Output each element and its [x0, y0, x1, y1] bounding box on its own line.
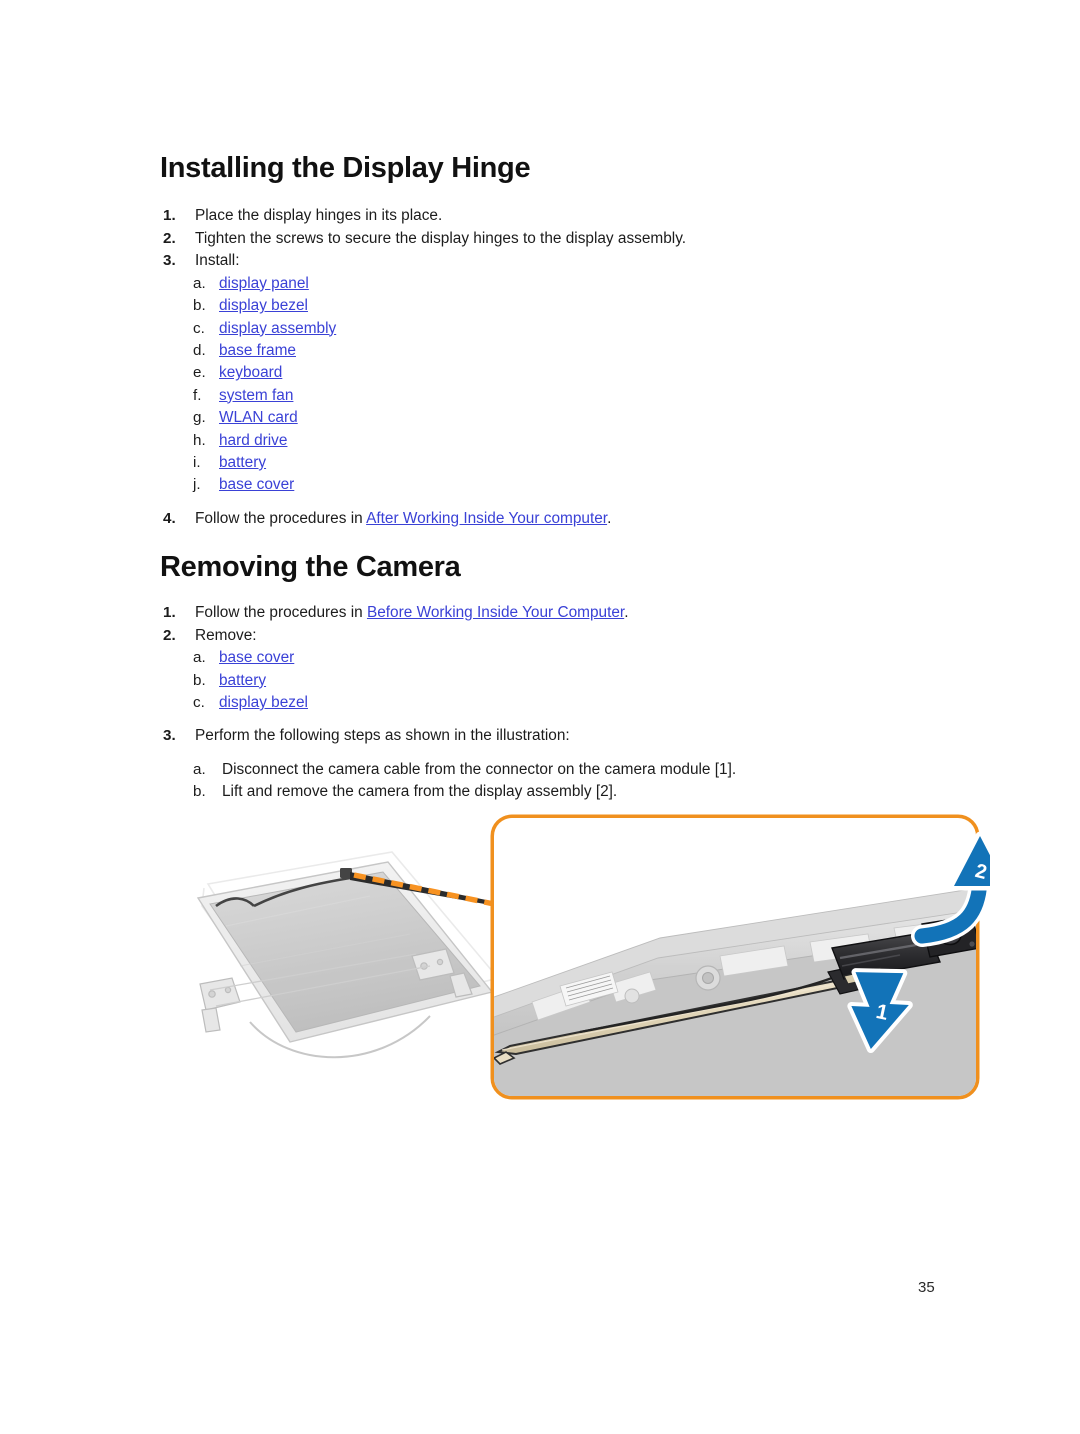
sub-item-letter: a.: [193, 649, 206, 667]
sub-item-letter: f.: [193, 386, 202, 404]
list-item: 2. Tighten the screws to secure the disp…: [0, 228, 1080, 251]
list-item: b. battery: [0, 670, 1080, 692]
link-wlan-card[interactable]: WLAN card: [219, 407, 298, 429]
step-text: Follow the procedures in Before Working …: [195, 602, 628, 625]
sub-item-letter: b.: [193, 297, 206, 315]
link-keyboard[interactable]: keyboard: [219, 362, 282, 384]
list-item: 3. Perform the following steps as shown …: [0, 725, 1080, 748]
page-title-removing-the-camera: Removing the Camera: [160, 551, 461, 583]
list-item: h. hard drive: [0, 430, 1080, 452]
list-item: e. keyboard: [0, 362, 1080, 384]
link-battery[interactable]: battery: [219, 670, 266, 692]
list-item: j. base cover: [0, 474, 1080, 496]
step-number: 2.: [163, 229, 176, 247]
sub-item-letter: a.: [193, 274, 206, 292]
step-text: Perform the following steps as shown in …: [195, 727, 570, 745]
step-text-suffix: .: [607, 509, 612, 527]
step-number: 3.: [163, 252, 176, 270]
page-number: 35: [918, 1279, 935, 1296]
list-item: 4. Follow the procedures in After Workin…: [0, 508, 1080, 531]
screw-boss: [624, 988, 640, 1004]
sub-item-letter: c.: [193, 693, 205, 711]
list-item: d. base frame: [0, 340, 1080, 362]
list-item: b. Lift and remove the camera from the d…: [0, 781, 1080, 803]
display-assembly-graphic: [196, 851, 500, 1059]
link-base-cover[interactable]: base cover: [219, 647, 294, 669]
list-item: b. display bezel: [0, 295, 1080, 317]
list-item: f. system fan: [0, 385, 1080, 407]
sub-item-text: Lift and remove the camera from the disp…: [222, 783, 618, 801]
step-number: 1.: [163, 207, 176, 224]
removing-camera-steps-list: 1. Follow the procedures in Before Worki…: [0, 602, 1080, 804]
sub-item-letter: h.: [193, 431, 206, 449]
step-number: 3.: [163, 727, 176, 745]
step-text-prefix: Follow the procedures in: [195, 509, 367, 527]
list-item: a. base cover: [0, 647, 1080, 669]
step-text-suffix: .: [624, 604, 629, 621]
list-item: c. display assembly: [0, 318, 1080, 340]
link-base-cover[interactable]: base cover: [219, 474, 294, 496]
list-item: 2. Remove:: [0, 625, 1080, 648]
sub-item-letter: j.: [193, 476, 201, 494]
list-item: g. WLAN card: [0, 407, 1080, 429]
list-item: 1. Place the display hinges in its place…: [0, 205, 1080, 228]
link-display-assembly[interactable]: display assembly: [219, 318, 336, 340]
display-panel: [196, 861, 494, 1043]
link-display-bezel[interactable]: display bezel: [219, 295, 308, 317]
list-item: 1. Follow the procedures in Before Worki…: [0, 602, 1080, 625]
link-before-working-inside-your-computer[interactable]: Before Working Inside Your Computer: [367, 604, 624, 621]
sub-item-letter: b.: [193, 783, 206, 801]
sub-item-letter: b.: [193, 671, 206, 689]
step-text-prefix: Follow the procedures in: [195, 604, 367, 621]
sub-item-text: Disconnect the camera cable from the con…: [222, 760, 737, 778]
list-item: c. display bezel: [0, 692, 1080, 714]
sub-item-letter: e.: [193, 364, 206, 382]
link-base-frame[interactable]: base frame: [219, 340, 296, 362]
link-display-bezel[interactable]: display bezel: [219, 692, 308, 714]
link-after-working-inside-your-computer[interactable]: After Working Inside Your computer: [366, 510, 607, 527]
list-item: a. Disconnect the camera cable from the …: [0, 759, 1080, 781]
installing-steps-list: 1. Place the display hinges in its place…: [0, 205, 1080, 530]
step-number: 4.: [163, 509, 176, 527]
step-text: Install:: [195, 252, 240, 270]
screw-boss: [695, 965, 721, 991]
list-item: a. display panel: [0, 273, 1080, 295]
callout-content: [494, 818, 976, 1096]
step-text: Follow the procedures in After Working I…: [195, 508, 611, 531]
camera-removal-illustration: 2 1: [180, 806, 990, 1106]
step-number: 1.: [163, 604, 176, 621]
page-title-installing-display-hinge: Installing the Display Hinge: [160, 152, 531, 184]
sub-item-letter: a.: [193, 760, 206, 778]
link-system-fan[interactable]: system fan: [219, 385, 293, 407]
sub-item-letter: g.: [193, 409, 206, 427]
list-item: 3. Install:: [0, 250, 1080, 273]
sub-item-letter: c.: [193, 319, 205, 337]
link-battery[interactable]: battery: [219, 452, 266, 474]
sub-item-letter: d.: [193, 341, 206, 359]
list-item: i. battery: [0, 452, 1080, 474]
link-hard-drive[interactable]: hard drive: [219, 430, 287, 452]
step-number: 2.: [163, 626, 176, 644]
link-display-panel[interactable]: display panel: [219, 273, 309, 295]
step-text: Tighten the screws to secure the display…: [195, 229, 687, 247]
sub-item-letter: i.: [193, 453, 201, 471]
step-text: Remove:: [195, 626, 257, 644]
document-page: Installing the Display Hinge 1. Place th…: [0, 0, 1080, 1434]
step-text: Place the display hinges in its place.: [195, 207, 443, 224]
magnified-callout: [490, 814, 980, 1100]
